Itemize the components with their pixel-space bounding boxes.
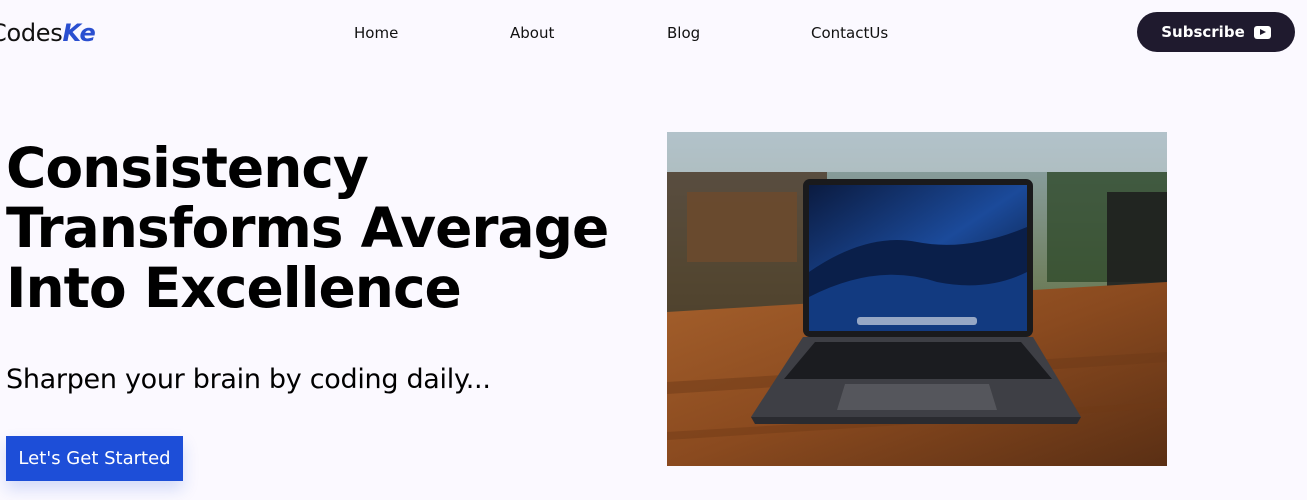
navbar: CodesKe Home About Blog ContactUs Subscr…	[0, 0, 1307, 66]
subscribe-label: Subscribe	[1161, 23, 1245, 41]
get-started-button[interactable]: Let's Get Started	[6, 436, 183, 481]
hero-image	[667, 132, 1167, 466]
hero-subtitle: Sharpen your brain by coding daily...	[6, 364, 491, 395]
nav-link-blog[interactable]: Blog	[667, 22, 700, 44]
laptop-photo-illustration	[667, 132, 1167, 466]
hero-title-line: Consistency	[6, 136, 369, 200]
nav-link-home[interactable]: Home	[354, 22, 398, 44]
nav-link-contact[interactable]: ContactUs	[811, 22, 888, 44]
hero-title-line: Transforms Average	[6, 196, 609, 260]
subscribe-button[interactable]: Subscribe	[1137, 12, 1295, 52]
logo-text-main: Codes	[0, 19, 63, 47]
site-logo[interactable]: CodesKe	[0, 16, 96, 50]
logo-text-accent: Ke	[62, 19, 96, 47]
hero-title-line: Into Excellence	[6, 256, 462, 320]
nav-link-about[interactable]: About	[510, 22, 554, 44]
youtube-icon	[1253, 25, 1271, 39]
hero-title: Consistency Transforms Average Into Exce…	[6, 138, 646, 318]
